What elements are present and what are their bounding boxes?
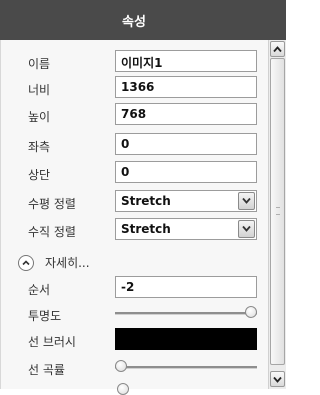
scrollbar-thumb[interactable] (270, 58, 285, 365)
arrow-up-icon (273, 46, 282, 53)
more-toggle-button[interactable] (18, 255, 34, 271)
stroke-curve-slider[interactable] (115, 366, 257, 369)
halign-dropdown[interactable]: Stretch (115, 190, 257, 212)
stroke-brush-label: 선 브러시 (28, 335, 76, 349)
order-label: 순서 (28, 283, 51, 297)
height-label: 높이 (28, 110, 51, 124)
chevron-up-icon (22, 260, 30, 266)
valign-dropdown[interactable]: Stretch (115, 218, 257, 240)
properties-panel: 속성 이름 이미지1 너비 1366 높이 768 좌측 0 상단 0 수평 정… (0, 0, 286, 395)
stroke-curve-row: 선 곡률 (1, 356, 269, 382)
valign-row: 수직 정렬 Stretch (1, 218, 269, 244)
opacity-slider[interactable] (115, 312, 257, 315)
width-label: 너비 (28, 83, 51, 97)
name-field[interactable]: 이미지1 (115, 50, 257, 72)
halign-row: 수평 정렬 Stretch (1, 190, 269, 216)
stroke-brush-row: 선 브러시 (1, 328, 269, 354)
halign-label: 수평 정렬 (28, 197, 76, 211)
stroke-curve-slider-thumb[interactable] (115, 360, 127, 372)
valign-value: Stretch (121, 222, 171, 236)
chevron-down-icon (242, 197, 251, 204)
halign-dropdown-button[interactable] (238, 192, 255, 210)
halign-value: Stretch (121, 194, 171, 208)
stroke-brush-swatch[interactable] (115, 328, 257, 350)
more-label[interactable]: 자세히... (45, 254, 90, 271)
order-row: 순서 -2 (1, 276, 269, 302)
left-row: 좌측 0 (1, 133, 269, 159)
grip-icon (276, 207, 280, 215)
stroke-curve-label: 선 곡률 (28, 363, 65, 377)
chevron-down-icon (242, 225, 251, 232)
width-row: 너비 1366 (1, 76, 269, 102)
scroll-up-button[interactable] (270, 41, 285, 57)
panel-title: 속성 (122, 15, 146, 30)
left-label: 좌측 (28, 140, 51, 154)
arrow-down-icon (273, 376, 282, 383)
opacity-slider-thumb[interactable] (245, 306, 257, 318)
opacity-label: 투명도 (28, 309, 62, 323)
partial-slider-thumb[interactable] (117, 383, 129, 395)
vertical-scrollbar[interactable] (268, 40, 286, 389)
valign-label: 수직 정렬 (28, 225, 76, 239)
name-label: 이름 (28, 57, 51, 71)
left-field[interactable]: 0 (115, 133, 257, 155)
width-field[interactable]: 1366 (115, 76, 257, 98)
scroll-down-button[interactable] (270, 371, 285, 387)
height-field[interactable]: 768 (115, 103, 257, 125)
valign-dropdown-button[interactable] (238, 220, 255, 238)
name-row: 이름 이미지1 (1, 50, 269, 76)
order-field[interactable]: -2 (115, 276, 257, 298)
top-label: 상단 (28, 168, 51, 182)
opacity-row: 투명도 (1, 302, 269, 328)
panel-header: 속성 (0, 0, 286, 41)
properties-content: 이름 이미지1 너비 1366 높이 768 좌측 0 상단 0 수평 정렬 S… (0, 40, 269, 395)
height-row: 높이 768 (1, 103, 269, 129)
top-field[interactable]: 0 (115, 161, 257, 183)
top-row: 상단 0 (1, 161, 269, 187)
